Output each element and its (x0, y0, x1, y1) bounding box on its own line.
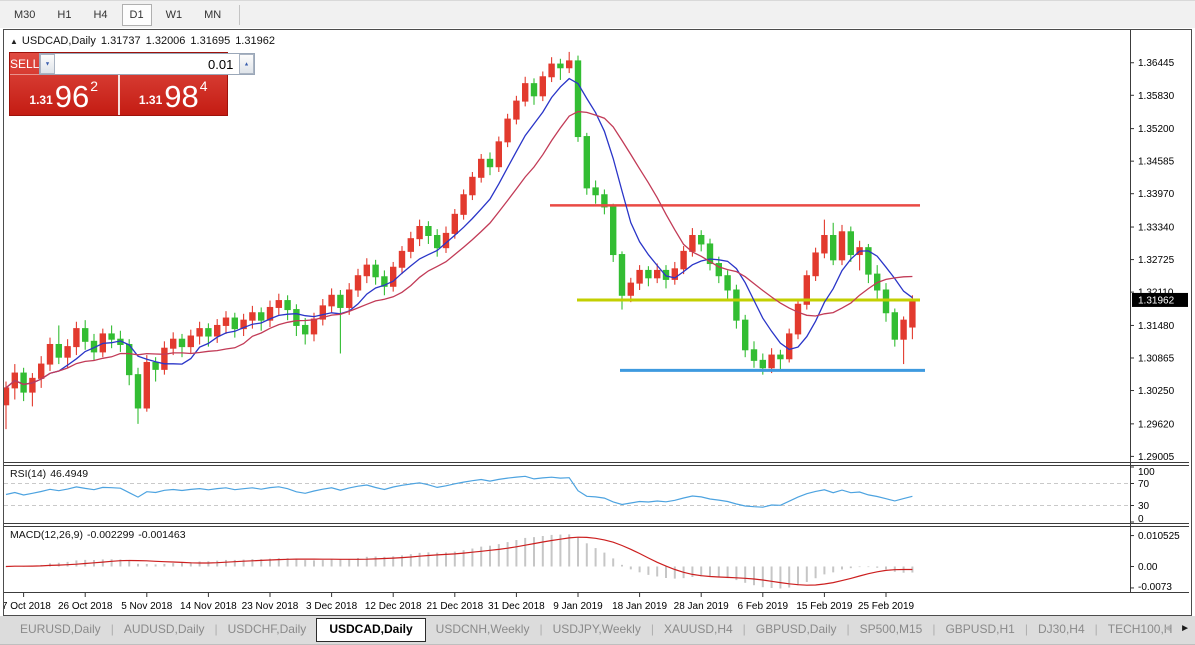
buy-price-tile[interactable]: 1.31 98 4 (120, 75, 228, 115)
date-axis-label: 18 Jan 2019 (612, 601, 667, 612)
macd-signal-line (5, 536, 913, 586)
date-axis-label: 14 Nov 2018 (180, 601, 237, 612)
tab-usdjpy-weekly[interactable]: USDJPY,Weekly (543, 618, 651, 641)
ma-slow-line (5, 110, 913, 389)
tab-gbpusd-daily[interactable]: GBPUSD,Daily (746, 618, 847, 641)
ohlc-close: 1.31962 (235, 35, 275, 47)
buy-price-big: 98 (164, 79, 199, 114)
price-axis-label: 1.33970 (1138, 189, 1175, 200)
tab-eurusd-daily[interactable]: EURUSD,Daily (10, 618, 111, 641)
date-axis-label: 17 Oct 2018 (4, 601, 51, 612)
sell-price-big: 96 (54, 79, 90, 114)
date-axis-label: 5 Nov 2018 (121, 601, 173, 612)
sell-price-sup: 2 (90, 78, 99, 94)
rsi-line (5, 475, 913, 508)
price-axis-label: 1.32725 (1138, 255, 1175, 266)
ohlc-high: 1.32006 (145, 35, 186, 47)
sell-price-tile[interactable]: 1.31 96 2 (10, 75, 118, 115)
tab-gbpusd-h1[interactable]: GBPUSD,H1 (935, 618, 1024, 641)
mt4-chart-screen: M30 H1 H4 D1 W1 MN 1.36445 1.35830 1.35200 1.345… (0, 0, 1195, 645)
volume-stepper: ▼ ▲ (39, 53, 256, 75)
ohlc-open: 1.31737 (100, 35, 141, 47)
date-axis-label: 12 Dec 2018 (365, 601, 422, 612)
macd-label: MACD(12,26,9) -0.002299 -0.001463 (10, 529, 190, 541)
volume-increase-button[interactable]: ▲ (239, 54, 255, 74)
tab-usdchf-daily[interactable]: USDCHF,Daily (218, 618, 317, 641)
macd-axis-label: 0.00 (1138, 562, 1158, 573)
date-axis-label: 28 Jan 2019 (674, 601, 729, 612)
tab-xauusd-h4[interactable]: XAUUSD,H4 (654, 618, 743, 641)
macd-axis-label: -0.0073 (1138, 582, 1172, 593)
rsi-axis-label: 70 (1138, 479, 1150, 490)
tab-audusd-daily[interactable]: AUDUSD,Daily (114, 618, 215, 641)
price-axis-label: 1.36445 (1138, 58, 1175, 69)
tab-scroll-left-icon[interactable]: ◄ (1162, 623, 1172, 634)
timeframe-button-d1[interactable]: D1 (121, 3, 152, 26)
rsi-value: 46.4949 (50, 468, 89, 480)
sell-price-prefix: 1.31 (29, 93, 53, 107)
timeframe-button-h4[interactable]: H4 (85, 4, 115, 26)
timeframe-button-m30[interactable]: M30 (6, 4, 43, 26)
collapse-icon[interactable]: ▲ (10, 37, 18, 46)
ohlc-low: 1.31695 (190, 35, 231, 47)
rsi-name: RSI(14) (10, 468, 47, 480)
price-axis-label: 1.33340 (1138, 223, 1175, 234)
date-axis-label: 6 Feb 2019 (737, 601, 788, 612)
price-axis-label: 1.29005 (1138, 452, 1175, 463)
price-axis-label: 1.30865 (1138, 353, 1175, 364)
one-click-trading-panel: SELL ▼ ▲ BUY 1.31 96 2 1.31 98 4 (9, 52, 281, 116)
macd-axis-label: 0.010525 (1138, 531, 1180, 542)
buy-button[interactable]: BUY (255, 53, 281, 75)
rsi-axis-label: 100 (1138, 467, 1155, 478)
rsi-axis-label: 0 (1138, 514, 1144, 525)
chart-window: 1.36445 1.35830 1.35200 1.34585 1.33970 1.333… (3, 29, 1192, 616)
date-axis-label: 15 Feb 2019 (796, 601, 853, 612)
date-axis-label: 26 Oct 2018 (58, 601, 113, 612)
price-axis-label: 1.31480 (1138, 321, 1175, 332)
tab-usdcnh-weekly[interactable]: USDCNH,Weekly (426, 618, 540, 641)
timeframe-toolbar: M30 H1 H4 D1 W1 MN (0, 0, 1195, 28)
tab-scroll-right-icon[interactable]: ► (1180, 623, 1190, 634)
tab-dj30-h4[interactable]: DJ30,H4 (1028, 618, 1095, 641)
timeframe-button-mn[interactable]: MN (196, 4, 229, 26)
arrow-up-icon: ▲ (244, 61, 250, 67)
macd-histogram (5, 534, 914, 589)
date-axis-label: 23 Nov 2018 (242, 601, 299, 612)
current-price-text: 1.31962 (1138, 295, 1175, 306)
date-axis-label: 25 Feb 2019 (858, 601, 915, 612)
price-chart-canvas: 1.36445 1.35830 1.35200 1.34585 1.33970 1.333… (4, 30, 1189, 612)
price-axis-label: 1.30250 (1138, 386, 1175, 397)
price-axis-label: 1.29620 (1138, 419, 1175, 430)
volume-input[interactable] (55, 54, 240, 74)
symbol-title: USDCAD,Daily (21, 35, 96, 47)
date-axis-label: 21 Dec 2018 (426, 601, 483, 612)
macd-name: MACD(12,26,9) (10, 529, 83, 541)
macd-main-value: -0.002299 (86, 529, 135, 541)
date-axis-label: 9 Jan 2019 (553, 601, 603, 612)
chart-tabbar: EURUSD,Daily | AUDUSD,Daily | USDCHF,Daily US… (0, 616, 1195, 645)
chart-symbol-header: ▲ USDCAD,Daily 1.31737 1.32006 1.31695 1.3196… (10, 35, 275, 47)
price-axis-label: 1.34585 (1138, 157, 1175, 168)
ma-fast-line (5, 77, 913, 389)
macd-signal-value: -0.001463 (138, 529, 186, 541)
sell-button[interactable]: SELL (10, 53, 40, 75)
timeframe-button-w1[interactable]: W1 (158, 4, 191, 26)
tab-sp500-m15[interactable]: SP500,M15 (850, 618, 933, 641)
date-axis-label: 31 Dec 2018 (488, 601, 545, 612)
toolbar-separator (239, 4, 241, 25)
price-axis-label: 1.35200 (1138, 124, 1175, 135)
date-axis-label: 3 Dec 2018 (306, 601, 358, 612)
arrow-down-icon: ▼ (45, 61, 51, 67)
buy-price-prefix: 1.31 (138, 93, 163, 107)
rsi-label: RSI(14) 46.4949 (10, 468, 92, 480)
timeframe-button-h1[interactable]: H1 (49, 4, 79, 26)
price-axis-label: 1.35830 (1138, 91, 1175, 102)
tab-usdcad-daily[interactable]: USDCAD,Daily (316, 618, 426, 642)
rsi-axis-label: 30 (1138, 501, 1150, 512)
volume-decrease-button[interactable]: ▼ (40, 54, 56, 74)
buy-price-sup: 4 (199, 78, 208, 94)
